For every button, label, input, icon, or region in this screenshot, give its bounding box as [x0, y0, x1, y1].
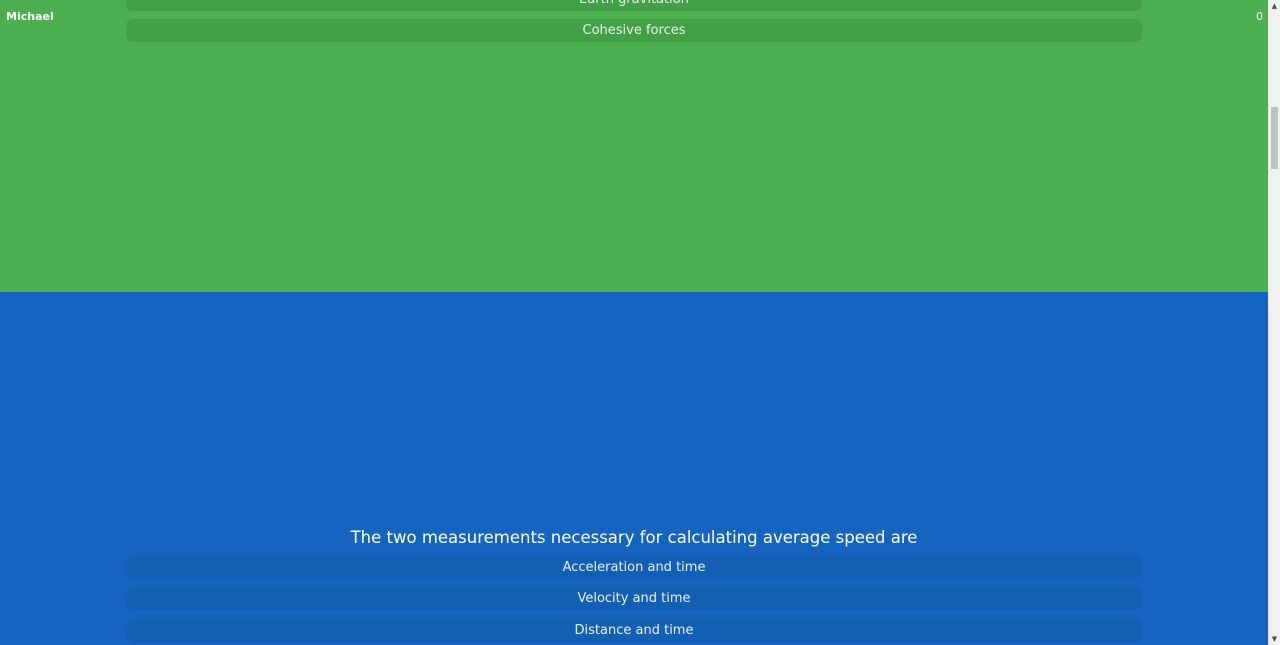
- scroll-down-arrow-icon[interactable]: ▼: [1269, 633, 1280, 645]
- page: Earth gravitation Cohesive forces The tw…: [0, 0, 1280, 645]
- answer-option[interactable]: Acceleration and time: [126, 556, 1142, 579]
- player-score: 0: [1256, 10, 1263, 23]
- previous-question-section: Earth gravitation Cohesive forces: [0, 0, 1268, 292]
- scroll-up-arrow-icon[interactable]: ▲: [1269, 0, 1280, 12]
- question-text: The two measurements necessary for calcu…: [350, 528, 918, 547]
- vertical-scrollbar[interactable]: ▲ ▼: [1268, 0, 1280, 645]
- answer-option[interactable]: Velocity and time: [126, 587, 1142, 610]
- current-question-section: The two measurements necessary for calcu…: [0, 292, 1268, 645]
- answer-option[interactable]: Cohesive forces: [126, 19, 1142, 42]
- answer-option[interactable]: Distance and time: [126, 619, 1142, 642]
- player-name: Michael: [6, 10, 54, 23]
- answer-option[interactable]: Earth gravitation: [126, 0, 1142, 11]
- quiz-content: Earth gravitation Cohesive forces The tw…: [0, 0, 1268, 645]
- scrollbar-thumb[interactable]: [1271, 107, 1278, 169]
